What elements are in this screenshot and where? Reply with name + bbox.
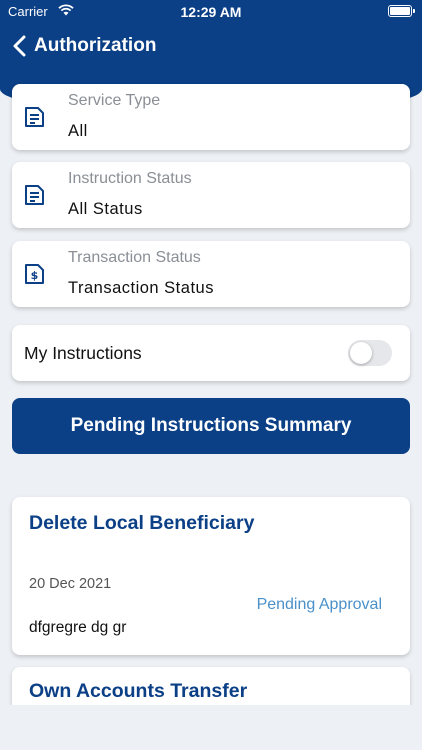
battery-icon (388, 5, 415, 17)
my-instructions-row: My Instructions (12, 325, 410, 381)
filter-value: All Status (68, 200, 143, 218)
my-instructions-toggle[interactable] (348, 340, 392, 366)
instruction-title: Own Accounts Transfer (29, 680, 248, 702)
filter-value: All (68, 122, 88, 140)
document-icon (25, 107, 44, 127)
page-title: Authorization (34, 35, 157, 56)
instruction-date: 20 Dec 2021 (29, 576, 112, 592)
service-type-filter[interactable]: Service Type All (12, 84, 410, 150)
my-instructions-label: My Instructions (24, 343, 142, 363)
pending-instructions-summary-button[interactable]: Pending Instructions Summary (12, 398, 410, 454)
status-bar: Carrier 12:29 AM (0, 0, 422, 24)
instruction-status-filter[interactable]: Instruction Status All Status (12, 162, 410, 228)
instruction-status[interactable]: Pending Approval (257, 596, 382, 614)
nav-bar: Authorization (12, 32, 156, 60)
transaction-status-filter[interactable]: $ Transaction Status Transaction Status (12, 241, 410, 307)
chevron-left-icon (13, 35, 26, 57)
filter-value: Transaction Status (68, 279, 214, 297)
bottom-fade (0, 705, 422, 750)
instruction-card[interactable]: Delete Local Beneficiary 20 Dec 2021 Pen… (12, 497, 410, 655)
back-button[interactable]: Authorization (12, 35, 156, 57)
filter-label: Transaction Status (68, 249, 201, 266)
dollar-document-icon: $ (25, 264, 44, 284)
filter-label: Service Type (68, 92, 161, 109)
toggle-knob (350, 342, 372, 364)
instruction-note: dfgregre dg gr (29, 619, 127, 636)
filter-label: Instruction Status (68, 170, 192, 187)
clock: 12:29 AM (180, 4, 242, 20)
svg-text:$: $ (31, 269, 39, 282)
instruction-title: Delete Local Beneficiary (29, 512, 255, 534)
document-icon (25, 185, 44, 205)
